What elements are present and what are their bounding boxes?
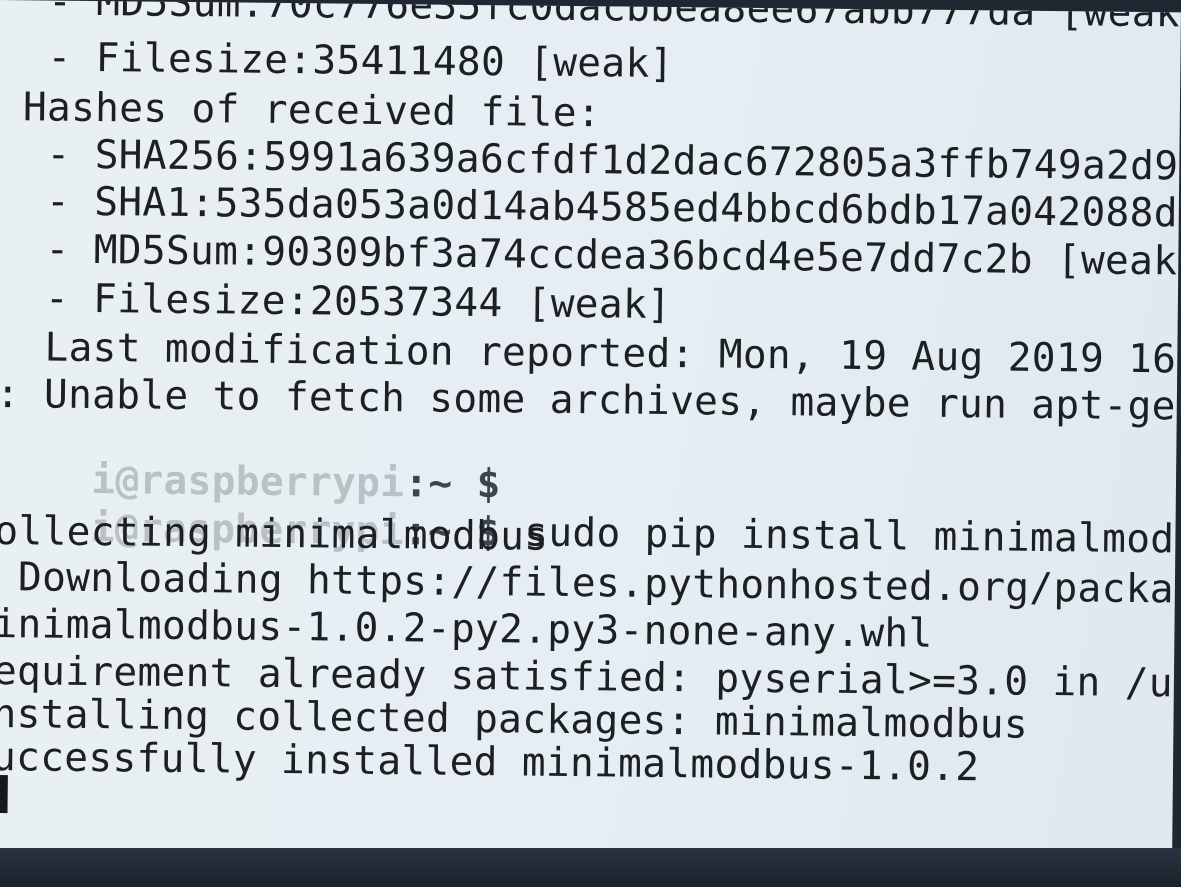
text-cursor — [0, 774, 8, 814]
monitor-bezel — [0, 848, 1181, 887]
terminal-screen[interactable]: - MD5Sum:70c776e35fc0dacbbea8ee67abb777d… — [0, 0, 1181, 863]
terminal-line: - MD5Sum:90309bf3a74ccdea36bcd4e5e7dd7c2… — [0, 225, 1181, 285]
terminal-line: : Unable to fetch some archives, maybe r… — [0, 370, 1181, 431]
terminal-line: Hashes of received file: — [0, 83, 602, 137]
terminal-line: - Filesize:35411480 [weak] — [0, 33, 674, 88]
terminal-line: - Filesize:20537344 [weak] — [0, 274, 672, 329]
terminal-output-line: uccessfully installed minimalmodbus-1.0.… — [0, 733, 980, 791]
terminal-output-line: ollecting minimalmodbus — [0, 507, 549, 560]
prompt-command: sudo pip install minimalmodbus — [499, 508, 1181, 563]
terminal-output-line: inimalmodbus-1.0.2-py2.py3-none-any.whl — [0, 600, 933, 657]
terminal-line: - SHA1:535da053a0d14ab4585ed4bbcd6bdb17a… — [0, 177, 1181, 237]
terminal-line: - MD5Sum:70c776e35fc0dacbbea8ee67abb777d… — [0, 0, 1181, 37]
